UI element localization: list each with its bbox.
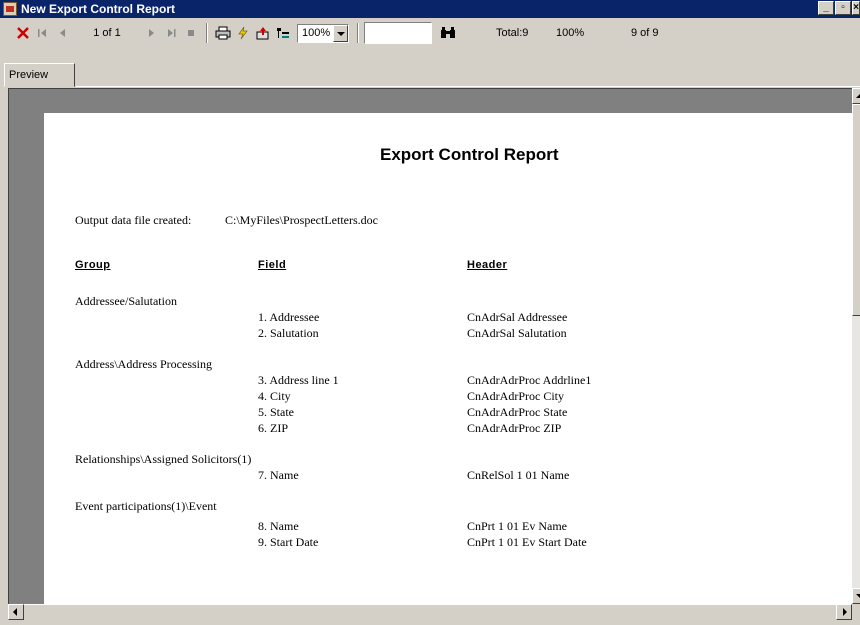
window-controls: _ ▫ × — [817, 1, 860, 15]
lightning-icon[interactable] — [233, 22, 253, 44]
output-path: C:\MyFiles\ProspectLetters.doc — [225, 213, 378, 227]
field-name: 1. Addressee — [258, 310, 320, 324]
maximize-button[interactable]: ▫ — [835, 1, 851, 15]
report-page: Export Control Report Output data file c… — [44, 113, 852, 604]
close-window-button[interactable]: × — [852, 1, 860, 15]
group-name: Event participations(1)\Event — [75, 499, 217, 513]
group-name: Address\Address Processing — [75, 357, 212, 371]
toolbar-separator — [357, 23, 359, 43]
field-name: 3. Address line 1 — [258, 373, 339, 387]
window-title: New Export Control Report — [21, 2, 176, 16]
binoculars-icon[interactable] — [438, 22, 458, 44]
horizontal-scrollbar[interactable] — [8, 604, 852, 620]
tab-preview[interactable]: Preview — [4, 63, 75, 87]
chevron-down-icon[interactable] — [333, 24, 348, 42]
close-x-icon[interactable] — [13, 22, 33, 44]
scroll-up-icon[interactable] — [852, 88, 860, 104]
header-name: CnAdrSal Salutation — [467, 326, 567, 340]
toolbar: 1 of 1 100% Total:9 100% 9 of 9 — [0, 18, 860, 48]
zoom-select[interactable]: 100% — [297, 23, 349, 43]
header-name: CnPrt 1 01 Ev Name — [467, 519, 567, 533]
output-label: Output data file created: — [75, 213, 192, 227]
horizontal-scroll-track[interactable] — [24, 604, 836, 620]
preview-viewport: Export Control Report Output data file c… — [8, 88, 852, 604]
vertical-scroll-thumb[interactable] — [852, 104, 860, 316]
prev-page-icon[interactable] — [53, 22, 73, 44]
search-input[interactable] — [364, 22, 432, 44]
scroll-right-icon[interactable] — [836, 604, 852, 620]
minimize-button[interactable]: _ — [818, 1, 834, 15]
app-icon — [3, 2, 17, 16]
field-name: 8. Name — [258, 519, 299, 533]
scroll-left-icon[interactable] — [8, 604, 24, 620]
field-name: 7. Name — [258, 468, 299, 482]
group-column-header: Group — [75, 259, 111, 271]
page-indicator: 1 of 1 — [93, 27, 121, 39]
record-count: 9 of 9 — [631, 27, 659, 39]
header-name: CnRelSol 1 01 Name — [467, 468, 570, 482]
total-label: Total:9 — [496, 27, 529, 39]
field-name: 4. City — [258, 389, 291, 403]
percent-label: 100% — [556, 27, 585, 39]
tree-icon[interactable] — [273, 22, 293, 44]
group-name: Addressee/Salutation — [75, 294, 177, 308]
tab-row: Preview — [0, 48, 860, 88]
scroll-down-icon[interactable] — [852, 588, 860, 604]
first-page-icon[interactable] — [33, 22, 53, 44]
header-name: CnPrt 1 01 Ev Start Date — [467, 535, 587, 549]
header-name: CnAdrAdrProc State — [467, 405, 568, 419]
last-page-icon[interactable] — [161, 22, 181, 44]
header-name: CnAdrAdrProc Addrline1 — [467, 373, 592, 387]
vertical-scrollbar[interactable] — [852, 88, 860, 604]
report-title: Export Control Report — [380, 145, 559, 164]
header-name: CnAdrAdrProc City — [467, 389, 564, 403]
field-name: 2. Salutation — [258, 326, 319, 340]
field-name: 5. State — [258, 405, 294, 419]
header-column-header: Header — [467, 259, 508, 271]
next-page-icon[interactable] — [141, 22, 161, 44]
stop-icon[interactable] — [181, 22, 201, 44]
header-name: CnAdrSal Addressee — [467, 310, 568, 324]
toolbar-separator — [206, 23, 208, 43]
print-icon[interactable] — [213, 22, 233, 44]
field-name: 6. ZIP — [258, 421, 288, 435]
export-icon[interactable] — [253, 22, 273, 44]
header-name: CnAdrAdrProc ZIP — [467, 421, 562, 435]
title-bar: New Export Control Report _ ▫ × — [0, 0, 860, 18]
field-name: 9. Start Date — [258, 535, 319, 549]
zoom-value: 100% — [302, 27, 331, 39]
group-name: Relationships\Assigned Solicitors(1) — [75, 452, 252, 466]
field-column-header: Field — [258, 259, 287, 271]
